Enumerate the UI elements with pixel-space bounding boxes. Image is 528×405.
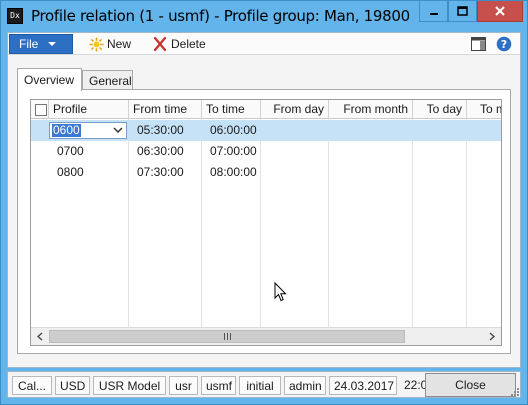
delete-x-icon bbox=[152, 36, 168, 52]
scroll-left-arrow-icon[interactable] bbox=[33, 330, 47, 343]
new-button-label: New bbox=[107, 37, 132, 51]
profile-cell[interactable]: 0700 bbox=[53, 141, 88, 162]
scroll-right-arrow-icon[interactable] bbox=[485, 330, 499, 343]
close-button[interactable]: Close bbox=[425, 373, 516, 397]
to-time-cell[interactable]: 07:00:00 bbox=[206, 141, 261, 162]
status-currency[interactable]: USD bbox=[55, 376, 90, 395]
file-button-label: File bbox=[19, 37, 39, 51]
file-menu-button[interactable]: File bbox=[9, 34, 73, 54]
profile-value: 0600 bbox=[52, 123, 81, 137]
column-header-to-time[interactable]: To time bbox=[202, 100, 261, 119]
column-header-from-day[interactable]: From day bbox=[261, 100, 329, 119]
from-time-cell[interactable]: 07:30:00 bbox=[133, 162, 188, 183]
svg-text:?: ? bbox=[501, 38, 507, 51]
from-time-cell[interactable]: 05:30:00 bbox=[133, 120, 188, 141]
profile-relation-grid[interactable]: Profile From time To time From day From … bbox=[30, 99, 502, 346]
column-header-to-month[interactable]: To m bbox=[467, 100, 501, 119]
to-time-cell[interactable]: 06:00:00 bbox=[206, 120, 261, 141]
table-row[interactable]: 0700 06:30:00 07:00:00 bbox=[31, 141, 501, 162]
mouse-cursor-icon bbox=[274, 282, 287, 302]
column-header-from-month[interactable]: From month bbox=[329, 100, 413, 119]
scrollbar-thumb[interactable] bbox=[49, 330, 405, 343]
close-icon bbox=[495, 6, 505, 16]
status-bar: Cal... USD USR Model usr usmf initial ad… bbox=[7, 371, 521, 398]
tab-overview[interactable]: Overview bbox=[17, 68, 82, 91]
window-title: Profile relation (1 - usmf) - Profile gr… bbox=[31, 7, 411, 25]
delete-button-label: Delete bbox=[171, 37, 206, 51]
help-icon[interactable]: ? bbox=[496, 36, 512, 52]
select-all-checkbox[interactable] bbox=[35, 104, 47, 116]
from-time-cell[interactable]: 06:30:00 bbox=[133, 141, 188, 162]
tab-general[interactable]: General bbox=[82, 70, 133, 90]
to-time-cell[interactable]: 08:00:00 bbox=[206, 162, 261, 183]
close-window-button[interactable] bbox=[477, 1, 523, 22]
new-button[interactable]: New bbox=[88, 36, 131, 52]
status-partition[interactable]: initial bbox=[239, 376, 281, 395]
status-layer[interactable]: usr bbox=[169, 376, 198, 395]
status-calendar[interactable]: Cal... bbox=[12, 376, 52, 395]
resize-grip-icon[interactable] bbox=[509, 386, 519, 396]
app-icon: Dx bbox=[7, 8, 23, 24]
table-row[interactable]: 0800 07:30:00 08:00:00 bbox=[31, 162, 501, 183]
status-model[interactable]: USR Model bbox=[93, 376, 166, 395]
layout-icon[interactable] bbox=[470, 36, 486, 52]
dialog-window: Dx Profile relation (1 - usmf) - Profile… bbox=[0, 0, 528, 405]
select-all-cell bbox=[31, 100, 49, 119]
status-user[interactable]: admin bbox=[284, 376, 326, 395]
status-company[interactable]: usmf bbox=[201, 376, 236, 395]
action-pane: File New Delete ? bbox=[8, 33, 520, 55]
minimize-button[interactable] bbox=[419, 1, 448, 22]
maximize-icon bbox=[457, 6, 468, 16]
table-row[interactable]: 0600 05:30:00 06:00:00 bbox=[31, 120, 501, 141]
profile-cell[interactable]: 0800 bbox=[53, 162, 88, 183]
status-time: 22:07 bbox=[404, 378, 435, 392]
delete-button[interactable]: Delete bbox=[152, 36, 206, 52]
column-header-profile[interactable]: Profile bbox=[49, 100, 129, 119]
column-header-from-time[interactable]: From time bbox=[129, 100, 202, 119]
horizontal-scrollbar[interactable] bbox=[31, 327, 501, 345]
column-header-to-day[interactable]: To day bbox=[413, 100, 467, 119]
grid-header: Profile From time To time From day From … bbox=[31, 100, 501, 119]
chevron-down-icon bbox=[48, 42, 57, 46]
form-client-area: File New Delete ? Overview General Profi… bbox=[7, 32, 521, 368]
profile-combobox[interactable]: 0600 bbox=[49, 122, 127, 139]
new-sun-icon bbox=[88, 36, 104, 52]
grip-icon bbox=[223, 333, 231, 340]
minimize-icon bbox=[429, 13, 438, 15]
status-date[interactable]: 24.03.2017 bbox=[329, 376, 397, 395]
title-bar[interactable]: Dx Profile relation (1 - usmf) - Profile… bbox=[1, 1, 527, 32]
overview-tab-panel: Profile From time To time From day From … bbox=[17, 89, 511, 354]
chevron-down-icon[interactable] bbox=[112, 125, 124, 136]
maximize-button[interactable] bbox=[448, 1, 477, 22]
